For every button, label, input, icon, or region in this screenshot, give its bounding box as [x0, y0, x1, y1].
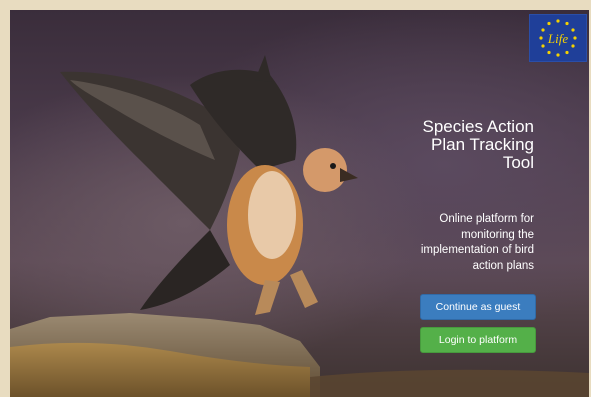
login-to-platform-button[interactable]: Login to platform — [420, 327, 536, 353]
page-title-line: Plan Tracking — [431, 135, 534, 154]
eu-life-logo: Life — [529, 14, 587, 62]
page-subtitle-line: implementation of bird — [420, 244, 534, 256]
page-subtitle-line: Online platform for — [439, 213, 534, 225]
bearded-vulture-image — [60, 55, 358, 315]
page-title: Species Action Plan Tracking Tool — [334, 118, 534, 172]
continue-as-guest-button[interactable]: Continue as guest — [420, 294, 536, 320]
page-subtitle: Online platform for monitoring the imple… — [344, 212, 534, 274]
eu-life-logo-text: Life — [547, 31, 568, 46]
page-subtitle-line: action plans — [472, 259, 534, 272]
page-title-line: Tool — [502, 153, 534, 172]
page-title-line: Species Action — [422, 117, 534, 136]
hero-background: Life Species Action Plan Tracking Tool O… — [10, 10, 589, 397]
page-subtitle-line: monitoring the — [461, 228, 534, 241]
